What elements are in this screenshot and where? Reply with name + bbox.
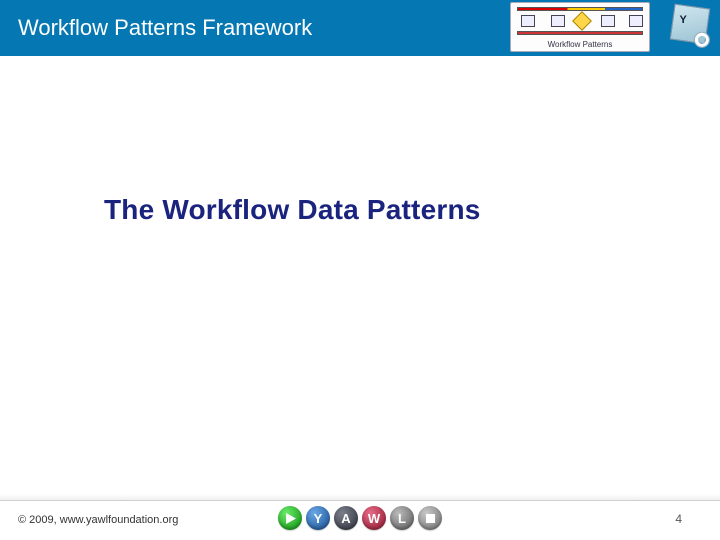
thumbnail-label: Workflow Patterns	[511, 40, 649, 49]
slide-title: The Workflow Data Patterns	[104, 194, 481, 226]
footer-bar: © 2009, www.yawlfoundation.org Y A W L 4	[0, 500, 720, 540]
yawl-letter-y-icon: Y	[306, 506, 330, 530]
yawl-letter-l-icon: L	[390, 506, 414, 530]
page-number: 4	[675, 512, 682, 526]
workflow-patterns-thumbnail: Workflow Patterns	[510, 2, 650, 52]
yawl-logo-letter: Y	[679, 14, 686, 26]
yawl-letter-w-icon: W	[362, 506, 386, 530]
header-bar: Workflow Patterns Framework Workflow Pat…	[0, 0, 720, 56]
stop-icon	[418, 506, 442, 530]
slide-body: The Workflow Data Patterns	[0, 56, 720, 500]
yawl-logo-icon: Y	[670, 4, 711, 45]
copyright-text: © 2009, www.yawlfoundation.org	[18, 514, 178, 526]
yawl-letter-a-icon: A	[334, 506, 358, 530]
header-title: Workflow Patterns Framework	[18, 15, 312, 41]
yawl-badge-row: Y A W L	[278, 506, 442, 530]
play-icon	[278, 506, 302, 530]
